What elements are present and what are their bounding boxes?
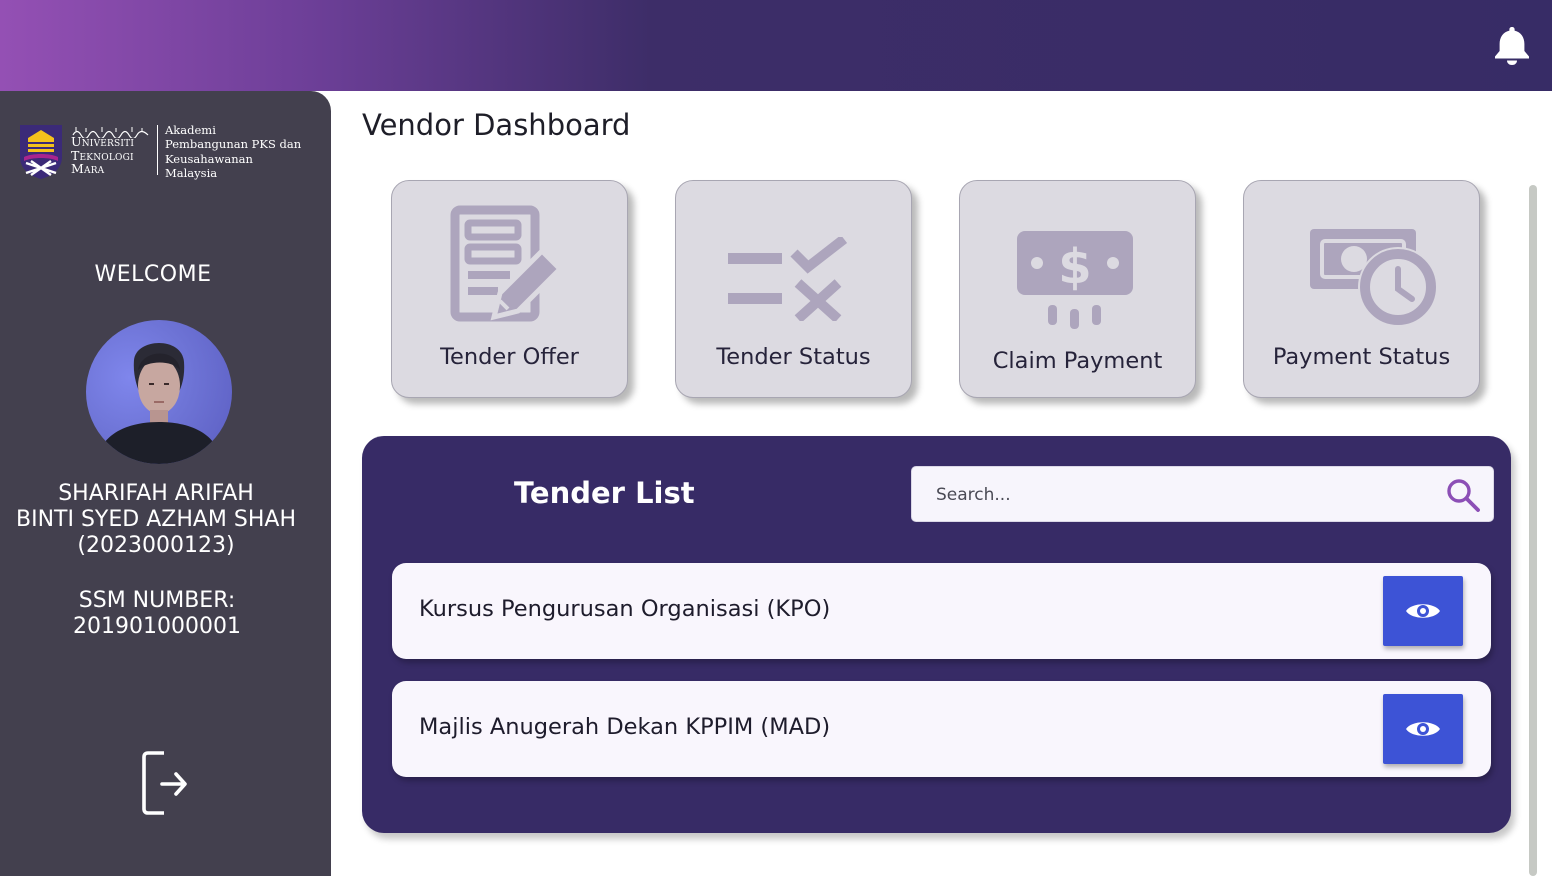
card-label: Tender Status xyxy=(716,344,871,370)
sidebar: Universiti Teknologi Mara Akademi Pemban… xyxy=(0,91,331,876)
user-id: (2023000123) xyxy=(77,533,235,558)
academy-line: Malaysia xyxy=(165,165,218,180)
bell-icon[interactable] xyxy=(1492,24,1532,66)
card-claim-payment[interactable]: $ Claim Payment xyxy=(959,180,1196,398)
card-payment-status[interactable]: Payment Status xyxy=(1243,180,1480,398)
ssm-info: SSM NUMBER: 201901000001 xyxy=(0,588,314,640)
view-tender-button[interactable] xyxy=(1383,694,1463,764)
scrollbar[interactable] xyxy=(1529,185,1537,876)
eye-icon xyxy=(1406,604,1440,618)
tender-name: Majlis Anugerah Dekan KPPIM (MAD) xyxy=(419,714,831,740)
academy-name: Akademi Pembangunan PKS dan Keusahawanan… xyxy=(165,123,315,180)
money-clock-icon xyxy=(1310,229,1438,327)
university-line: Mara xyxy=(71,161,105,176)
uitm-logo: Universiti Teknologi Mara Akademi Pemban… xyxy=(18,123,318,183)
page-title: Vendor Dashboard xyxy=(362,108,631,142)
card-label: Claim Payment xyxy=(992,348,1163,374)
tender-list-item: Majlis Anugerah Dekan KPPIM (MAD) xyxy=(392,681,1491,777)
search-box xyxy=(911,466,1494,522)
search-input[interactable] xyxy=(936,481,1436,509)
ssm-number: 201901000001 xyxy=(73,614,241,639)
logo-divider xyxy=(157,125,158,175)
uitm-crest-icon xyxy=(20,125,62,179)
svg-text:$: $ xyxy=(1058,239,1091,295)
university-line: Teknologi xyxy=(71,147,134,163)
academy-line: Akademi xyxy=(165,123,216,137)
view-tender-button[interactable] xyxy=(1383,576,1463,646)
user-name-line: BINTI SYED AZHAM SHAH xyxy=(16,507,296,532)
search-icon[interactable] xyxy=(1446,478,1480,512)
university-name: Universiti Teknologi Mara xyxy=(71,135,157,176)
welcome-text: WELCOME xyxy=(94,262,212,287)
document-edit-icon xyxy=(450,205,564,322)
card-label: Tender Offer xyxy=(440,344,579,370)
academy-line: Pembangunan PKS dan xyxy=(165,137,302,152)
university-line: Universiti xyxy=(71,134,135,149)
tender-list-item: Kursus Pengurusan Organisasi (KPO) xyxy=(392,563,1491,659)
card-tender-offer[interactable]: Tender Offer xyxy=(391,180,628,398)
card-label: Payment Status xyxy=(1272,344,1451,370)
top-header-bar xyxy=(0,0,1552,91)
eye-icon xyxy=(1406,722,1440,736)
tender-list-title: Tender List xyxy=(514,476,695,510)
avatar xyxy=(86,320,232,464)
tender-list-panel: Tender List Kursus Pengurusan Organisasi… xyxy=(362,436,1511,833)
academy-line: Keusahawanan xyxy=(165,151,253,166)
user-name: SHARIFAH ARIFAH BINTI SYED AZHAM SHAH (2… xyxy=(0,481,312,559)
tender-name: Kursus Pengurusan Organisasi (KPO) xyxy=(419,596,831,622)
card-tender-status[interactable]: Tender Status xyxy=(675,180,912,398)
checklist-status-icon xyxy=(728,237,848,321)
ssm-label: SSM NUMBER: xyxy=(78,588,236,613)
money-claim-icon: $ xyxy=(1017,231,1133,329)
user-name-line: SHARIFAH ARIFAH xyxy=(58,481,254,506)
logout-icon[interactable] xyxy=(140,751,190,815)
